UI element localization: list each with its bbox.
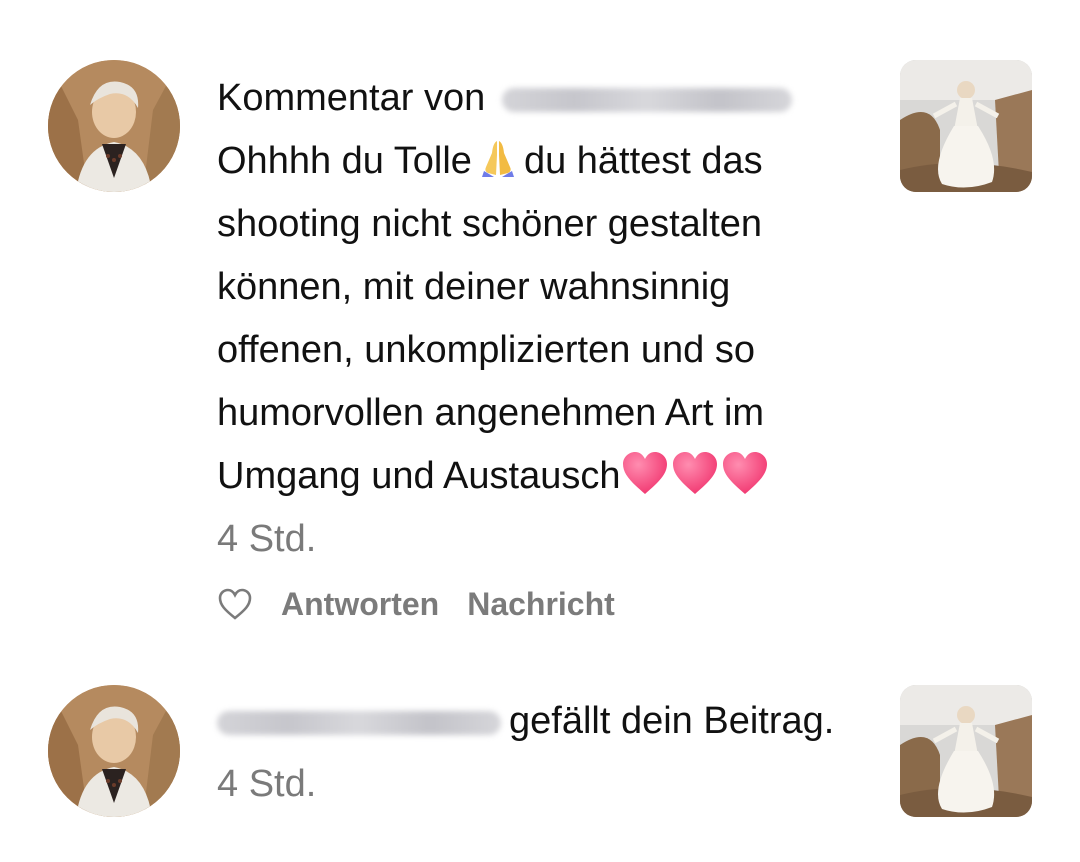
comment-body-part2: du hättest das shooting nicht schöner ge… xyxy=(217,140,765,497)
message-button[interactable]: Nachricht xyxy=(467,586,615,623)
post-thumbnail[interactable] xyxy=(900,60,1032,192)
folded-hands-icon xyxy=(481,141,514,177)
like-text: gefällt dein Beitrag. xyxy=(509,700,835,742)
reply-button[interactable]: Antworten xyxy=(281,586,439,623)
avatar-image xyxy=(48,60,180,192)
like-time: 4 Std. xyxy=(217,763,317,805)
like-notification[interactable]: gefällt dein Beitrag. 4 Std. xyxy=(0,660,1080,862)
comment-actions: Antworten Nachricht xyxy=(217,580,643,628)
heart-icon xyxy=(722,452,767,494)
comment-notification[interactable]: Kommentar von Ohhhh du Tolle du hättest … xyxy=(0,0,1080,660)
comment-prefix: Kommentar von xyxy=(217,77,486,119)
comment-body-part1: Ohhhh du Tolle xyxy=(217,140,472,182)
user-avatar[interactable] xyxy=(48,685,180,817)
heart-outline-icon[interactable] xyxy=(217,587,253,621)
post-thumbnail-image xyxy=(900,60,1032,192)
post-thumbnail[interactable] xyxy=(900,685,1032,817)
hearts-emoji-group xyxy=(621,450,769,496)
comment-time: 4 Std. xyxy=(217,518,317,560)
heart-icon xyxy=(622,452,667,494)
post-thumbnail-image xyxy=(900,685,1032,817)
user-avatar[interactable] xyxy=(48,60,180,192)
heart-icon xyxy=(672,452,717,494)
comment-text-block: Kommentar von Ohhhh du Tolle du hättest … xyxy=(217,67,857,571)
like-text-block: gefällt dein Beitrag. 4 Std. xyxy=(217,690,837,816)
blurred-username[interactable] xyxy=(217,710,501,735)
avatar-image xyxy=(48,685,180,817)
blurred-username[interactable] xyxy=(501,87,792,112)
